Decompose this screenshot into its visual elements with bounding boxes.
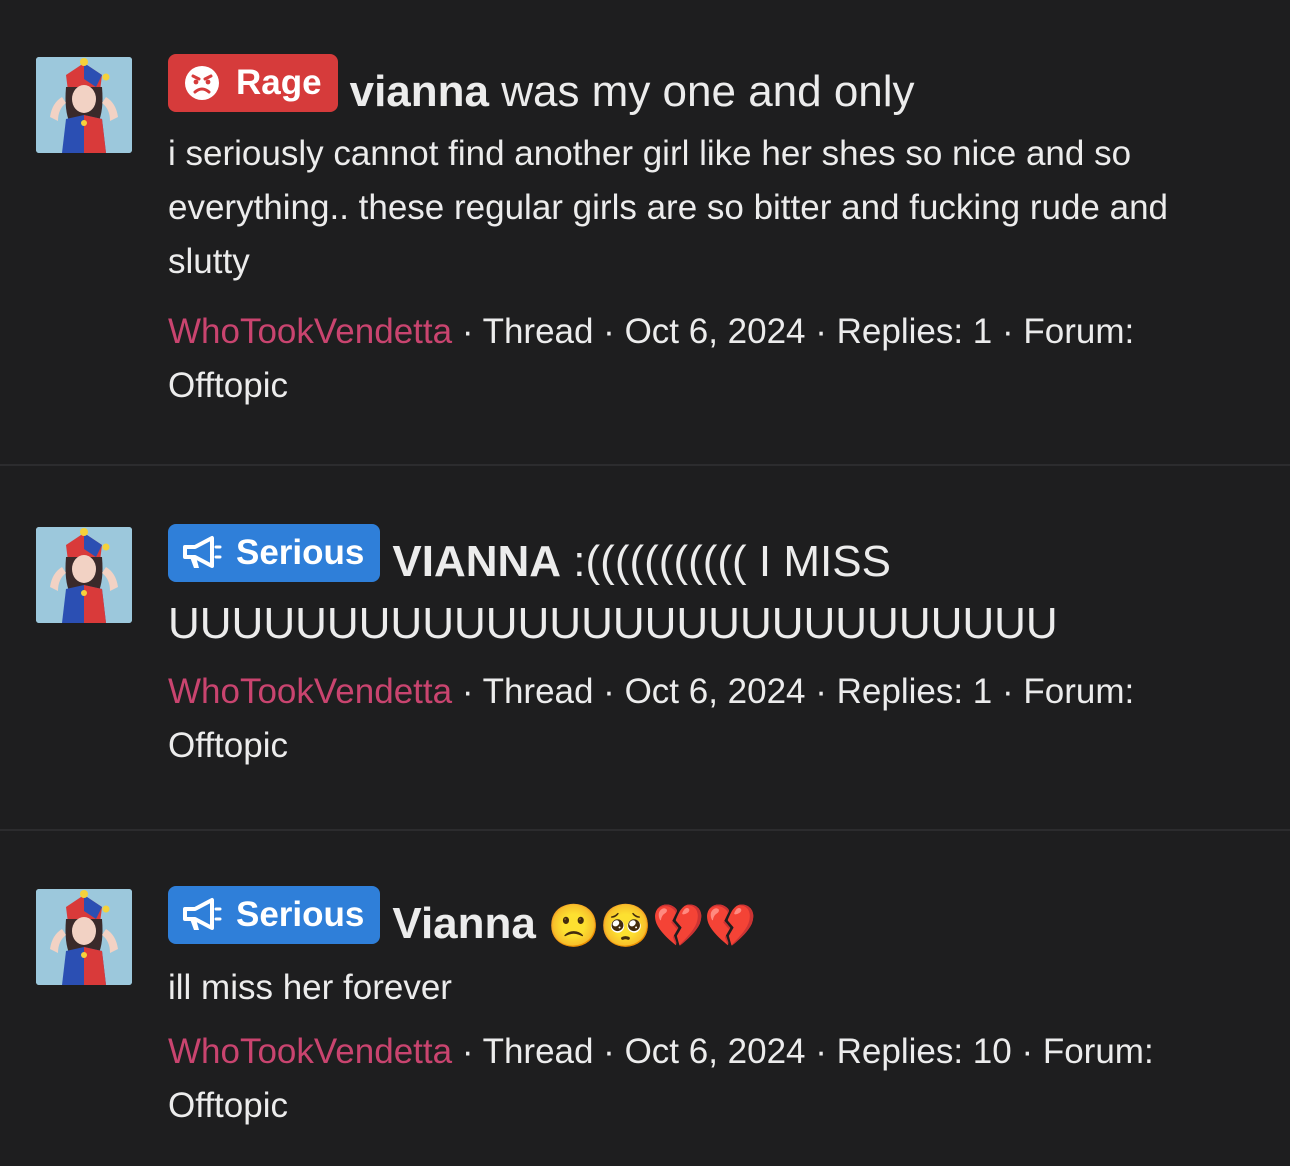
thread-meta: WhoTookVendetta · Thread · Oct 6, 2024 ·… [168,305,1258,413]
prefix-label: Rage [236,63,322,102]
author-link[interactable]: WhoTookVendetta [168,312,452,351]
author-link[interactable]: WhoTookVendetta [168,1032,452,1071]
thread-title[interactable]: Serious VIANNA :((((((((((( I MISS UUUUU… [168,524,1258,655]
avatar[interactable] [36,57,132,153]
thread-snippet: ill miss her forever [168,968,452,1007]
thread-item[interactable]: Rage vianna was my one and only i seriou… [0,0,1290,466]
avatar[interactable] [36,889,132,985]
thread-content: Rage vianna was my one and only i seriou… [168,54,1258,413]
thread-meta: WhoTookVendetta · Thread · Oct 6, 2024 ·… [168,1025,1258,1133]
prefix-label: Serious [236,895,365,934]
megaphone-icon [182,533,222,573]
thread-item[interactable]: Serious Vianna 🙁🥺💔💔 ill miss her forever… [0,831,1290,1166]
thread-title[interactable]: Serious Vianna 🙁🥺💔💔 [168,886,1258,957]
thread-snippet: i seriously cannot find another girl lik… [168,134,1169,281]
prefix-badge-serious[interactable]: Serious [168,886,381,944]
thread-content: Serious VIANNA :((((((((((( I MISS UUUUU… [168,524,1258,773]
title-emojis: 🙁🥺💔💔 [535,902,757,949]
title-bold: VIANNA [392,537,562,586]
megaphone-icon [182,895,222,935]
thread-item[interactable]: Serious VIANNA :((((((((((( I MISS UUUUU… [0,466,1290,831]
author-link[interactable]: WhoTookVendetta [168,672,452,711]
title-rest: was my one and only [488,67,915,116]
thread-title[interactable]: Rage vianna was my one and only [168,54,1258,123]
prefix-badge-serious[interactable]: Serious [168,524,381,582]
title-bold: vianna [349,67,489,116]
thread-content: Serious Vianna 🙁🥺💔💔 ill miss her forever… [168,886,1258,1133]
angry-face-icon [182,63,222,103]
avatar[interactable] [36,527,132,623]
title-bold: Vianna [392,899,536,948]
prefix-label: Serious [236,533,365,572]
thread-meta: WhoTookVendetta · Thread · Oct 6, 2024 ·… [168,665,1258,773]
prefix-badge-rage[interactable]: Rage [168,54,338,112]
